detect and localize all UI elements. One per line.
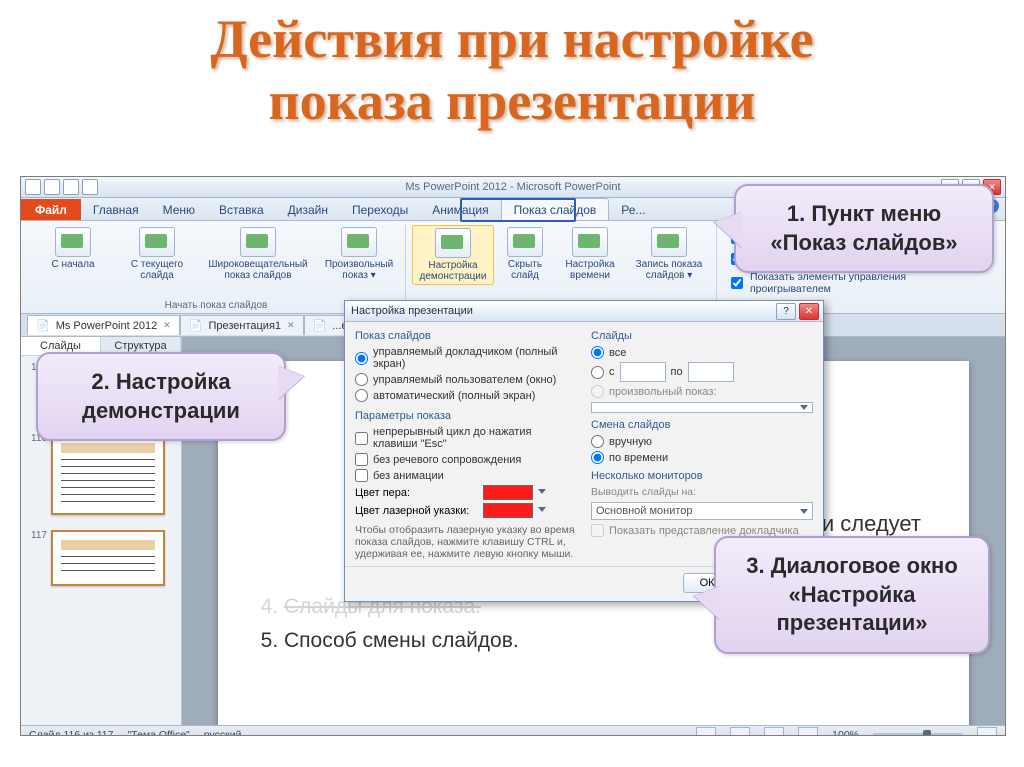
custom-show-dropdown — [591, 402, 813, 413]
lbl-record: Запись показа слайдов ▾ — [630, 259, 708, 281]
label-laser-color: Цвет лазерной указки: — [355, 505, 475, 517]
chk-loop-esc[interactable]: непрерывный цикл до нажатия клавиши "Esc… — [355, 426, 577, 450]
laser-color-picker[interactable] — [483, 503, 533, 518]
qat-undo-icon[interactable] — [44, 179, 60, 195]
lbl-broadcast: Широковещательный показ слайдов — [203, 259, 313, 281]
tab-design[interactable]: Дизайн — [276, 199, 340, 220]
fit-to-window-icon[interactable] — [977, 727, 997, 736]
tab-more[interactable]: Ре... — [609, 199, 657, 220]
status-theme: "Тема Office" — [127, 729, 189, 736]
callout-tail — [278, 366, 304, 400]
doc-tab-2[interactable]: 📄 Презентация1✕ — [180, 315, 304, 335]
lbl-custom-show: Произвольный показ ▾ — [321, 259, 397, 281]
close-icon[interactable]: ✕ — [163, 320, 171, 331]
tab-slideshow[interactable]: Показ слайдов — [501, 198, 610, 220]
btn-hide-slide[interactable]: Скрыть слайд — [498, 225, 552, 285]
qat-redo-icon[interactable] — [63, 179, 79, 195]
chk-no-animation[interactable]: без анимации — [355, 469, 577, 482]
hint-laser: Чтобы отобразить лазерную указку во врем… — [355, 524, 577, 560]
callout-3: 3. Диалоговое окно «Настройка презентаци… — [714, 536, 990, 654]
title-line1: Действия при настройке — [0, 8, 1024, 70]
lbl-hide-slide: Скрыть слайд — [500, 259, 550, 281]
lbl-from-current: С текущего слайда — [119, 259, 195, 281]
callout-2: 2. Настройка демонстрации — [36, 352, 286, 441]
section-show-type: Показ слайдов — [355, 330, 577, 342]
doc-tab-1[interactable]: 📄 Ms PowerPoint 2012✕ — [27, 315, 180, 335]
section-monitors: Несколько мониторов — [591, 470, 813, 482]
radio-advance-manual[interactable]: вручную — [591, 435, 813, 448]
status-language: русский — [204, 729, 242, 736]
view-reading-icon[interactable] — [764, 727, 784, 736]
btn-broadcast[interactable]: Широковещательный показ слайдов — [201, 225, 315, 283]
dialog-title-text: Настройка презентации — [351, 305, 473, 317]
status-bar: Слайд 116 из 117 "Тема Office" русский 1… — [21, 725, 1005, 736]
radio-custom-show: произвольный показ: — [591, 385, 813, 398]
zoom-slider[interactable] — [873, 733, 963, 736]
btn-record[interactable]: Запись показа слайдов ▾ — [628, 225, 710, 285]
radio-all-slides[interactable]: все — [591, 346, 813, 359]
tab-file[interactable]: Файл — [21, 199, 81, 220]
quick-access-toolbar — [25, 179, 98, 195]
setup-show-icon — [435, 228, 471, 258]
section-advance: Смена слайдов — [591, 419, 813, 431]
tab-transitions[interactable]: Переходы — [340, 199, 420, 220]
view-normal-icon[interactable] — [696, 727, 716, 736]
dialog-close-button[interactable]: ✕ — [799, 303, 819, 320]
record-icon — [651, 227, 687, 257]
broadcast-icon — [240, 227, 276, 257]
btn-setup-show[interactable]: Настройка демонстрации — [412, 225, 494, 285]
label-pen-color: Цвет пера: — [355, 487, 475, 499]
section-show-options: Параметры показа — [355, 410, 577, 422]
dialog-help-icon[interactable]: ? — [776, 303, 796, 320]
section-slides: Слайды — [591, 330, 813, 342]
monitor-dropdown[interactable]: Основной монитор — [591, 502, 813, 520]
btn-rehearse[interactable]: Настройка времени — [556, 225, 624, 285]
play-from-current-icon — [139, 227, 175, 257]
title-line2: показа презентации — [0, 70, 1024, 132]
radio-advance-timed[interactable]: по времени — [591, 451, 813, 464]
app-title: Ms PowerPoint 2012 - Microsoft PowerPoin… — [405, 181, 620, 193]
play-from-start-icon — [55, 227, 91, 257]
view-slideshow-icon[interactable] — [798, 727, 818, 736]
custom-show-icon — [341, 227, 377, 257]
radio-user-window[interactable]: управляемый пользователем (окно) — [355, 373, 577, 386]
qat-more-icon[interactable] — [82, 179, 98, 195]
radio-kiosk[interactable]: автоматический (полный экран) — [355, 389, 577, 402]
spin-to[interactable] — [688, 362, 734, 382]
callout-tail — [714, 212, 742, 248]
btn-from-current[interactable]: С текущего слайда — [117, 225, 197, 283]
lbl-from-start: С начала — [51, 259, 94, 270]
dialog-titlebar: Настройка презентации ? ✕ — [345, 301, 823, 322]
view-sorter-icon[interactable] — [730, 727, 750, 736]
slide-thumb[interactable]: 116 — [31, 433, 171, 518]
timer-icon — [572, 227, 608, 257]
btn-from-start[interactable]: С начала — [33, 225, 113, 283]
lbl-setup-show: Настройка демонстрации — [415, 260, 491, 282]
callout-tail — [694, 586, 720, 620]
status-slide-count: Слайд 116 из 117 — [29, 729, 113, 736]
tab-home[interactable]: Главная — [81, 199, 151, 220]
tab-menu[interactable]: Меню — [151, 199, 207, 220]
radio-range-slides[interactable]: с по — [591, 362, 813, 382]
page-title: Действия при настройке показа презентаци… — [0, 0, 1024, 132]
slide-thumb[interactable]: 117 — [31, 530, 171, 589]
tab-insert[interactable]: Вставка — [207, 199, 276, 220]
chk-no-narration[interactable]: без речевого сопровождения — [355, 453, 577, 466]
callout-1: 1. Пункт меню «Показ слайдов» — [734, 184, 994, 273]
btn-custom-show[interactable]: Произвольный показ ▾ — [319, 225, 399, 283]
tab-animation[interactable]: Анимация — [420, 199, 500, 220]
close-icon[interactable]: ✕ — [287, 320, 295, 331]
pen-color-picker[interactable] — [483, 485, 533, 500]
label-monitor: Выводить слайды на: — [591, 486, 813, 498]
qat-save-icon[interactable] — [25, 179, 41, 195]
lbl-rehearse: Настройка времени — [558, 259, 622, 281]
hide-slide-icon — [507, 227, 543, 257]
spin-from[interactable] — [620, 362, 666, 382]
status-zoom: 100% — [832, 729, 859, 736]
radio-presenter[interactable]: управляемый докладчиком (полный экран) — [355, 346, 577, 370]
chk-media-controls[interactable]: Показать элементы управления проигрывате… — [727, 271, 989, 295]
